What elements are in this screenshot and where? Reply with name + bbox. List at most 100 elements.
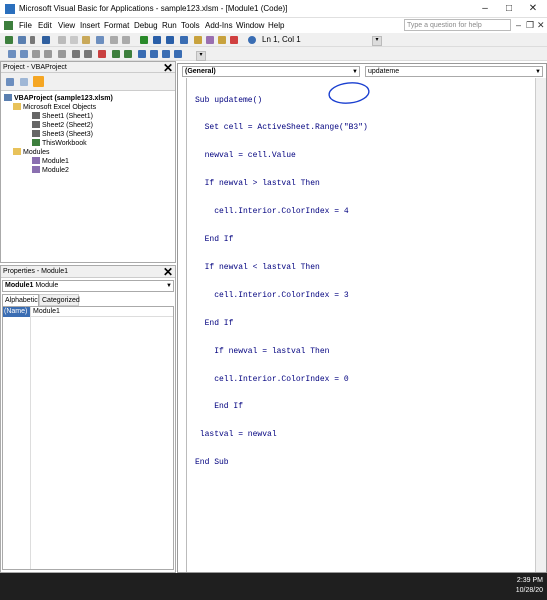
design-mode-icon[interactable] [180,36,188,44]
chevron-down-icon: ▼ [535,69,541,75]
menu-window[interactable]: Window [236,21,264,30]
undo-icon[interactable] [110,36,118,44]
tree-sheet1[interactable]: Sheet1 (Sheet1) [32,112,93,120]
tree-sheet3[interactable]: Sheet3 (Sheet3) [32,130,93,138]
tab-alphabetic[interactable]: Alphabetic [2,294,39,306]
tab-categorized[interactable]: Categorized [39,294,80,306]
parameter-info-icon[interactable] [44,50,52,58]
menu-insert[interactable]: Insert [80,21,100,30]
minimize-button[interactable]: – [474,2,496,16]
module-icon [32,166,40,173]
project-explorer: Project - VBAProject ✕ VBAProject (sampl… [0,61,176,263]
tree-item-label: Module2 [42,167,69,174]
quick-info-icon[interactable] [32,50,40,58]
code-line: If newval < lastval Then [195,262,320,272]
next-bookmark-icon[interactable] [150,50,158,58]
property-value[interactable]: Module1 [31,307,173,317]
toggle-folders-icon[interactable] [33,76,44,87]
mdi-restore-icon[interactable]: ❐ [526,20,534,31]
save-icon[interactable] [42,36,50,44]
menu-format[interactable]: Format [104,21,129,30]
toolbar-overflow-icon[interactable]: ▾ [372,36,382,46]
object-selector[interactable]: Module1 Module ▼ [2,280,174,292]
run-icon[interactable] [140,36,148,44]
code-line: cell.Interior.ColorIndex = 4 [195,207,349,217]
menu-debug[interactable]: Debug [134,21,158,30]
excel-icon[interactable] [4,21,13,30]
properties-window-icon[interactable] [206,36,214,44]
comment-block-icon[interactable] [112,50,120,58]
clear-bookmarks-icon[interactable] [174,50,182,58]
taskbar: 2:39 PM 10/28/20 [0,573,547,600]
indent-icon[interactable] [72,50,80,58]
paste-icon[interactable] [82,36,90,44]
mdi-close-button[interactable]: ✕ [537,20,545,31]
copy-icon[interactable] [70,36,78,44]
break-icon[interactable] [153,36,161,44]
view-excel-icon[interactable] [5,36,13,44]
tree-excel-objects[interactable]: Microsoft Excel Objects [13,103,96,111]
properties-close-button[interactable]: ✕ [163,265,173,279]
menu-addins[interactable]: Add-Ins [205,21,233,30]
toolbox-icon[interactable] [230,36,238,44]
procedure-combo[interactable]: updateme ▼ [365,66,543,77]
previous-bookmark-icon[interactable] [162,50,170,58]
taskbar-clock[interactable]: 2:39 PM 10/28/20 [516,576,543,596]
redo-icon[interactable] [122,36,130,44]
tree-thisworkbook[interactable]: ThisWorkbook [32,139,87,147]
close-button[interactable]: ✕ [522,2,544,16]
outdent-icon[interactable] [84,50,92,58]
find-icon[interactable] [96,36,104,44]
property-grid: (Name) Module1 [2,306,174,570]
property-name[interactable]: (Name) [3,307,31,317]
view-object-icon[interactable] [20,78,28,86]
procedure-combo-value: updateme [368,68,400,75]
toggle-breakpoint-icon[interactable] [98,50,106,58]
tree-vbaproject[interactable]: VBAProject (sample123.xlsm) [4,94,113,102]
standard-toolbar: Ln 1, Col 1 ▾ [0,33,547,47]
help-icon[interactable] [248,36,256,44]
tree-module1[interactable]: Module1 [32,157,69,165]
tree-module2[interactable]: Module2 [32,166,69,174]
clock-time: 2:39 PM [516,577,543,584]
object-combo[interactable]: (General) ▼ [182,66,360,77]
menu-view[interactable]: View [58,21,75,30]
list-constants-icon[interactable] [20,50,28,58]
help-search-input[interactable]: Type a question for help [404,19,511,31]
grid-divider [30,307,31,569]
vertical-scrollbar[interactable] [535,78,546,572]
reset-icon[interactable] [166,36,174,44]
edit-toolbar-overflow-icon[interactable]: ▾ [196,51,206,61]
menu-file[interactable]: File [19,21,32,30]
list-properties-icon[interactable] [8,50,16,58]
menu-tools[interactable]: Tools [181,21,200,30]
menu-bar: File Edit View Insert Format Debug Run T… [0,18,547,33]
tree-sheet2[interactable]: Sheet2 (Sheet2) [32,121,93,129]
menu-help[interactable]: Help [268,21,284,30]
complete-word-icon[interactable] [58,50,66,58]
object-browser-icon[interactable] [218,36,226,44]
clock-date: 10/28/20 [515,587,543,594]
properties-header: Properties - Module1 ✕ [1,265,175,279]
insert-module-icon[interactable] [18,36,26,44]
toggle-bookmark-icon[interactable] [138,50,146,58]
mdi-minimize-icon[interactable]: – [516,20,521,30]
edit-toolbar: ▾ [0,47,547,61]
project-explorer-icon[interactable] [194,36,202,44]
view-code-icon[interactable] [6,78,14,86]
code-editor[interactable]: Sub updateme() Set cell = ActiveSheet.Ra… [195,77,368,486]
tree-modules[interactable]: Modules [13,148,49,156]
vba-app-icon [5,4,15,14]
cut-icon[interactable] [58,36,66,44]
margin-indicator-bar[interactable] [178,78,187,572]
maximize-button[interactable]: □ [498,2,520,16]
menu-run[interactable]: Run [162,21,177,30]
menu-edit[interactable]: Edit [38,21,52,30]
object-name: Module1 [5,282,34,289]
window-title: Microsoft Visual Basic for Applications … [19,4,288,13]
dropdown-arrow-icon[interactable] [30,36,35,44]
project-toolbar [1,73,175,91]
code-line: Set cell = ActiveSheet.Range("B3") [195,123,368,133]
project-icon [4,94,12,101]
uncomment-block-icon[interactable] [124,50,132,58]
